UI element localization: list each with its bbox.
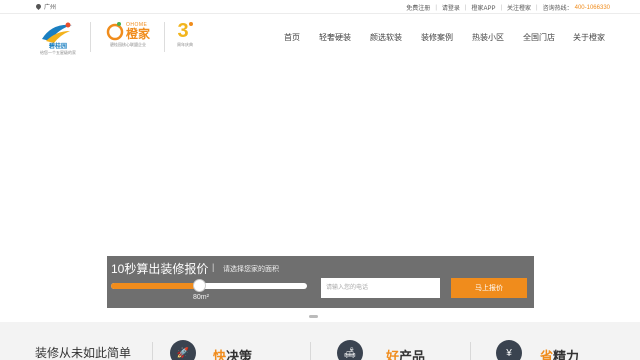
follow-link[interactable]: 关注橙家 (507, 3, 531, 12)
location-pin-icon (34, 2, 43, 11)
feature-separator (310, 342, 311, 360)
logo-separator-2 (164, 22, 165, 52)
brand2-name: 橙家 (125, 27, 150, 41)
feature-separator (152, 342, 153, 360)
nav-communities[interactable]: 热装小区 (472, 32, 504, 43)
site-header: 碧桂园 给您一个五星级的家 OHOME 橙家 碧桂园核心联盟企业 3 周年庆典 … (0, 14, 640, 60)
slogan: 装修从未如此简单 (35, 346, 132, 360)
brand1-name: 碧桂园 (48, 44, 67, 50)
nav-home[interactable]: 首页 (284, 32, 300, 43)
hotline-label: 咨询热线： (542, 6, 573, 12)
location-selector[interactable]: 广州 (34, 2, 57, 11)
nav-light-luxury[interactable]: 轻奢硬装 (319, 32, 351, 43)
phone-input[interactable] (321, 278, 440, 298)
area-slider-fill (111, 283, 200, 289)
rocket-icon: 🚀 (170, 340, 196, 360)
anniversary-logo[interactable]: 3 周年庆典 (172, 20, 198, 48)
ohome-logo[interactable]: OHOME 橙家 碧桂园核心联盟企业 (100, 20, 156, 48)
area-slider-handle[interactable] (193, 279, 207, 292)
register-link[interactable]: 免费注册 (406, 3, 430, 12)
login-link[interactable]: 请登录 (442, 3, 460, 12)
app-link[interactable]: 橙家APP (471, 3, 495, 12)
quote-divider: | (212, 262, 215, 272)
area-value: 80m² (193, 294, 209, 301)
brand2-tagline: 碧桂园核心联盟企业 (110, 42, 146, 47)
brand1-tagline: 给您一个五星级的家 (40, 50, 76, 55)
city-label: 广州 (44, 5, 57, 11)
area-slider[interactable] (111, 279, 307, 292)
anniversary-mark: 3 (177, 20, 189, 42)
top-links: 免费注册 | 请登录 | 橙家APP | 关注橙家 | 咨询热线： 400-10… (406, 3, 610, 13)
hotline-number[interactable]: 400-1066330 (575, 5, 610, 11)
nav-soft-furnishing[interactable]: 颜选软装 (370, 32, 402, 43)
nav-cases[interactable]: 装修案例 (421, 32, 453, 43)
nav-about[interactable]: 关于橙家 (573, 32, 605, 43)
quote-title: 10秒算出装修报价 (111, 262, 209, 276)
quote-panel: 10秒算出装修报价 | 请选择您家的面积 80m² 马上报价 (107, 256, 534, 308)
feature-separator (470, 342, 471, 360)
quote-subtitle: 请选择您家的面积 (223, 266, 279, 273)
nav-stores[interactable]: 全国门店 (523, 32, 555, 43)
feature-good-products: 好产品 (386, 349, 426, 360)
logo-separator (90, 22, 91, 52)
country-garden-logo[interactable]: 碧桂园 给您一个五星级的家 (38, 19, 78, 56)
yen-icon: ¥ (496, 340, 522, 360)
top-utility-bar: 广州 免费注册 | 请登录 | 橙家APP | 关注橙家 | 咨询热线： 400… (0, 0, 640, 14)
sofa-icon: 🛋 (337, 340, 363, 360)
get-quote-button[interactable]: 马上报价 (451, 278, 527, 298)
brand3-tagline: 周年庆典 (177, 42, 193, 47)
carousel-indicator[interactable] (309, 315, 318, 318)
feature-fast-decision: 快决策 (213, 349, 253, 360)
feature-save-energy: 省精力 (540, 349, 580, 360)
features-strip: 装修从未如此简单 🚀 快决策 🛋 好产品 ¥ 省精力 (0, 322, 640, 360)
anniversary-dot-icon (188, 22, 193, 26)
ohome-o-icon (106, 22, 124, 41)
